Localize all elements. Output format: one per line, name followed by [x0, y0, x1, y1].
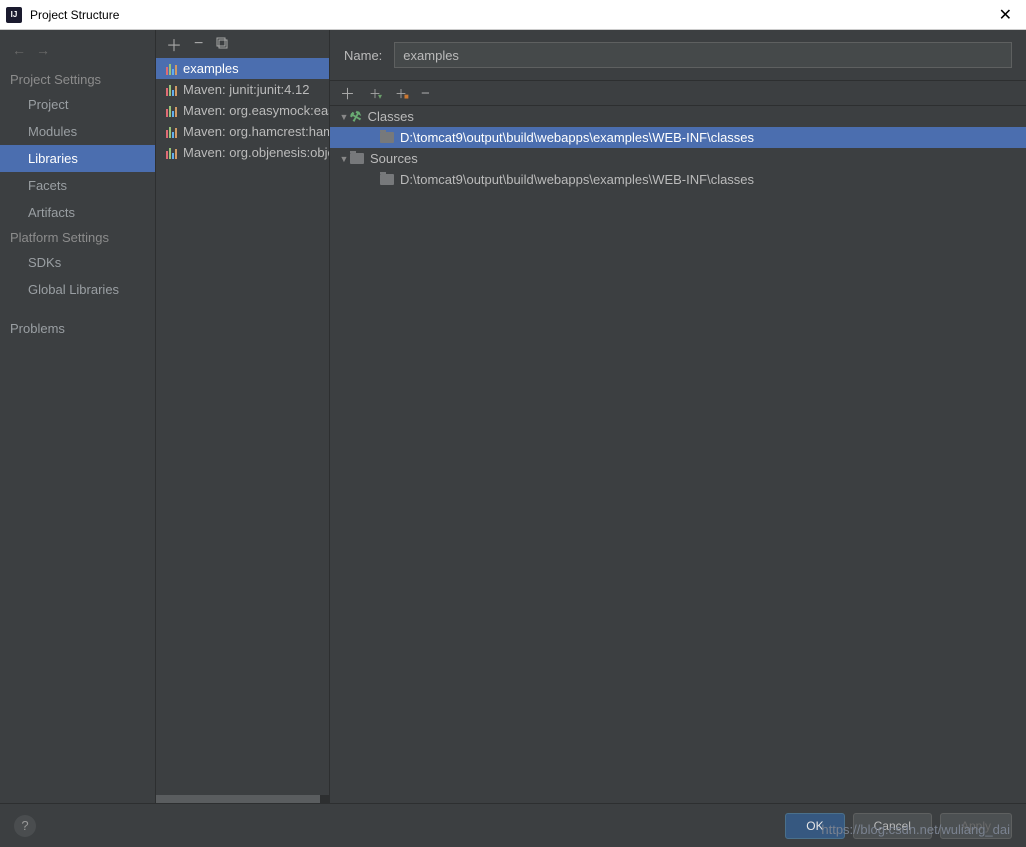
tree-node-classes[interactable]: ▼ ⚒ Classes — [330, 106, 1026, 127]
dialog-footer: ? OK Cancel Apply — [0, 803, 1026, 847]
remove-library-icon[interactable]: − — [194, 35, 203, 53]
sidebar-item-facets[interactable]: Facets — [0, 172, 155, 199]
library-icon — [166, 105, 177, 117]
add-attach-icon[interactable]: ＋■ — [395, 85, 407, 102]
sidebar-item-artifacts[interactable]: Artifacts — [0, 199, 155, 226]
copy-library-icon[interactable] — [215, 36, 229, 53]
library-label: Maven: org.hamcrest:hamcrest — [183, 124, 329, 139]
name-label: Name: — [344, 48, 382, 63]
cancel-button[interactable]: Cancel — [853, 813, 932, 839]
library-list: examples Maven: junit:junit:4.12 Maven: … — [156, 58, 329, 795]
remove-root-icon[interactable]: − — [421, 85, 430, 102]
sidebar: ← → Project Settings Project Modules Lib… — [0, 30, 156, 803]
nav-forward-icon[interactable]: → — [36, 42, 50, 58]
folder-icon — [380, 174, 394, 185]
nav-arrows: ← → — [0, 38, 155, 68]
close-icon[interactable]: ✕ — [991, 5, 1020, 25]
tree-label: Classes — [368, 109, 414, 124]
library-icon — [166, 84, 177, 96]
folder-icon — [380, 132, 394, 143]
tree-label: D:\tomcat9\output\build\webapps\examples… — [400, 172, 754, 187]
sidebar-item-modules[interactable]: Modules — [0, 118, 155, 145]
intellij-icon: IJ — [6, 7, 22, 23]
library-row[interactable]: Maven: org.hamcrest:hamcrest — [156, 121, 329, 142]
library-icon — [166, 126, 177, 138]
library-label: examples — [183, 61, 239, 76]
add-library-icon[interactable]: ＋ — [166, 32, 182, 56]
tree-label: Sources — [370, 151, 418, 166]
library-icon — [166, 63, 177, 75]
library-detail-panel: Name: ＋ ＋▾ ＋■ − ▼ ⚒ Classes D:\tomcat9\o… — [330, 30, 1026, 803]
library-roots-tree: ▼ ⚒ Classes D:\tomcat9\output\build\weba… — [330, 106, 1026, 803]
nav-back-icon[interactable]: ← — [12, 42, 26, 58]
main-content: ← → Project Settings Project Modules Lib… — [0, 30, 1026, 803]
tree-node-path[interactable]: D:\tomcat9\output\build\webapps\examples… — [330, 169, 1026, 190]
sidebar-item-problems[interactable]: Problems — [0, 315, 155, 342]
library-toolbar: ＋ − — [156, 30, 329, 58]
library-name-row: Name: — [330, 30, 1026, 80]
expand-arrow-icon[interactable]: ▼ — [338, 154, 350, 164]
library-label: Maven: org.objenesis:objenesis — [183, 145, 329, 160]
library-row[interactable]: Maven: org.easymock:easymock — [156, 100, 329, 121]
add-specify-icon[interactable]: ＋▾ — [369, 85, 381, 102]
titlebar: IJ Project Structure ✕ — [0, 0, 1026, 30]
sidebar-section-project-settings: Project Settings — [0, 68, 155, 91]
sidebar-item-sdks[interactable]: SDKs — [0, 249, 155, 276]
tree-node-sources[interactable]: ▼ Sources — [330, 148, 1026, 169]
add-root-icon[interactable]: ＋ — [340, 83, 355, 104]
sidebar-section-platform-settings: Platform Settings — [0, 226, 155, 249]
window-title: Project Structure — [30, 8, 991, 22]
library-label: Maven: org.easymock:easymock — [183, 103, 329, 118]
sidebar-item-global-libraries[interactable]: Global Libraries — [0, 276, 155, 303]
library-row[interactable]: Maven: org.objenesis:objenesis — [156, 142, 329, 163]
library-icon — [166, 147, 177, 159]
library-row[interactable]: Maven: junit:junit:4.12 — [156, 79, 329, 100]
library-list-scrollbar[interactable] — [156, 795, 329, 803]
sidebar-item-project[interactable]: Project — [0, 91, 155, 118]
ok-button[interactable]: OK — [785, 813, 844, 839]
tree-node-path[interactable]: D:\tomcat9\output\build\webapps\examples… — [330, 127, 1026, 148]
apply-button[interactable]: Apply — [940, 813, 1012, 839]
sidebar-item-libraries[interactable]: Libraries — [0, 145, 155, 172]
library-roots-toolbar: ＋ ＋▾ ＋■ − — [330, 80, 1026, 106]
library-name-input[interactable] — [394, 42, 1012, 68]
library-row[interactable]: examples — [156, 58, 329, 79]
classes-icon: ⚒ — [348, 107, 363, 125]
tree-label: D:\tomcat9\output\build\webapps\examples… — [400, 130, 754, 145]
library-label: Maven: junit:junit:4.12 — [183, 82, 309, 97]
help-button[interactable]: ? — [14, 815, 36, 837]
library-list-panel: ＋ − examples Maven: junit:junit:4.12 Mav… — [156, 30, 330, 803]
folder-icon — [350, 153, 364, 164]
